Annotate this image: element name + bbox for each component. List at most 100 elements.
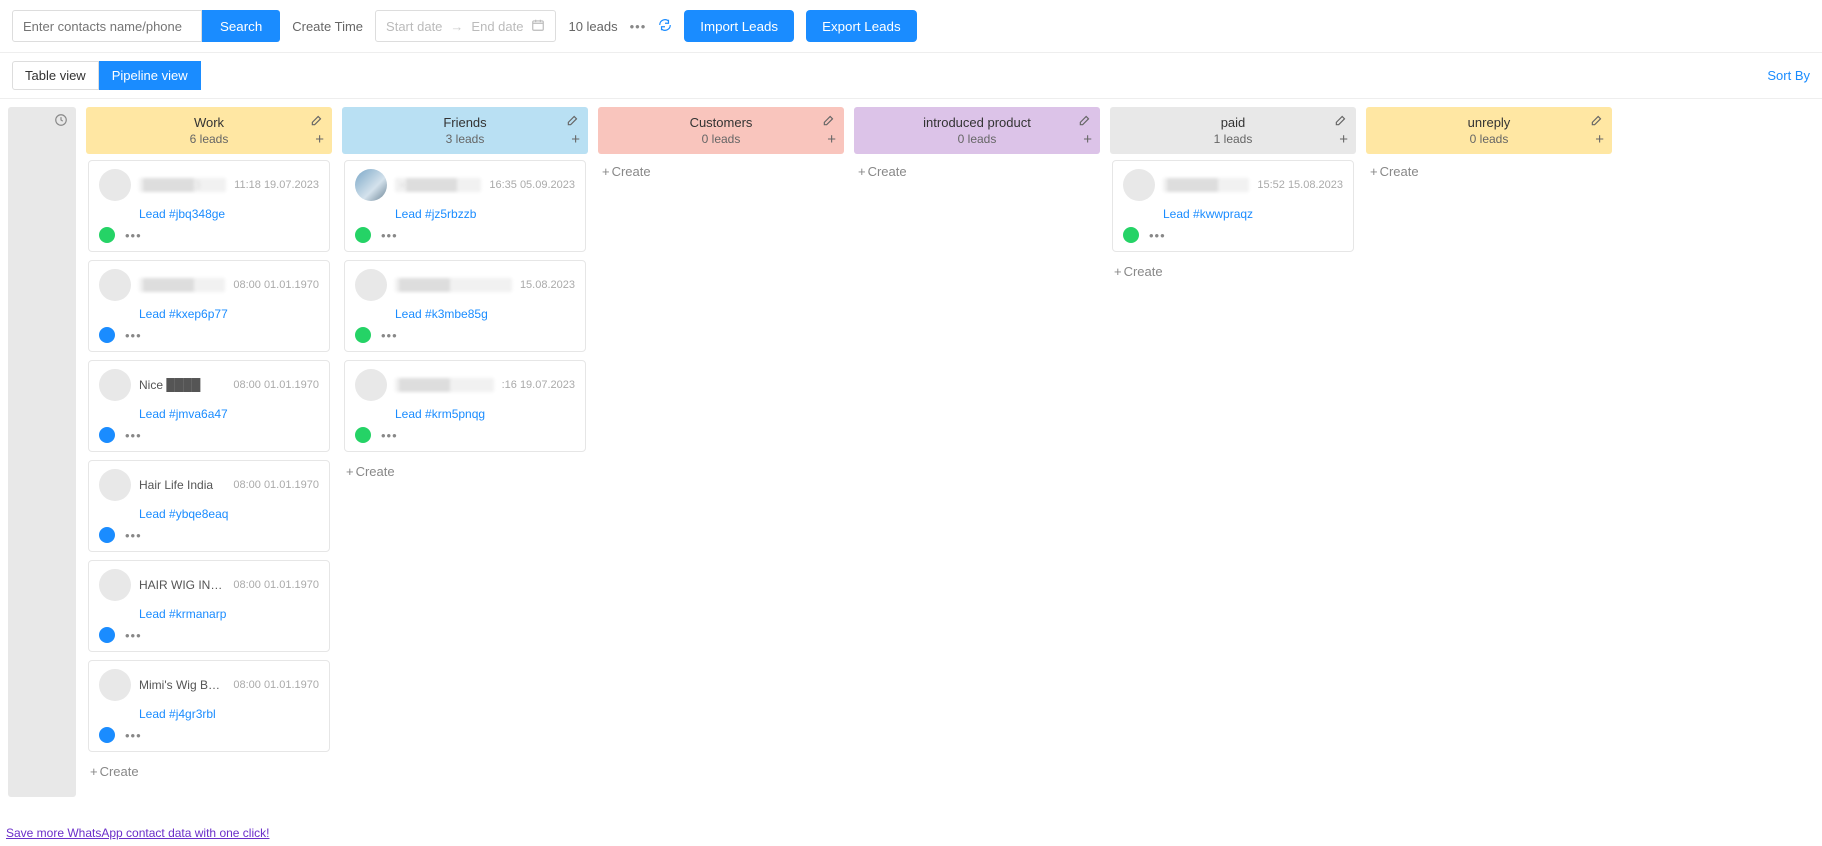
create-lead-link[interactable]: +Create [1368, 160, 1610, 183]
contact-name: HAIR WIG INDIA [139, 578, 225, 592]
timestamp: 08:00 01.01.1970 [233, 379, 319, 391]
lead-link[interactable]: Lead #kwwpraqz [1163, 207, 1343, 221]
edit-icon[interactable] [822, 113, 836, 130]
lead-card[interactable]: HAIR WIG INDIA08:00 01.01.1970Lead #krma… [88, 560, 330, 652]
search-button[interactable]: Search [202, 10, 280, 42]
lead-card[interactable]: Hair Life India08:00 01.01.1970Lead #ybq… [88, 460, 330, 552]
edit-icon[interactable] [1078, 113, 1092, 130]
lead-card[interactable]: ██████08:00 01.01.1970Lead #kxep6p77••• [88, 260, 330, 352]
contact-name: Nice ████ [139, 378, 225, 392]
add-icon[interactable]: + [1339, 131, 1348, 148]
add-icon[interactable]: + [315, 131, 324, 148]
card-more-icon[interactable]: ••• [1149, 228, 1166, 243]
lead-card[interactable]: +██████16:35 05.09.2023Lead #jz5rbzzb••• [344, 160, 586, 252]
add-icon[interactable]: + [827, 131, 836, 148]
column-header: Friends3 leads+ [342, 107, 588, 154]
card-more-icon[interactable]: ••• [381, 328, 398, 343]
lead-link[interactable]: Lead #jbq348ge [139, 207, 319, 221]
edit-icon[interactable] [1334, 113, 1348, 130]
lead-link[interactable]: Lead #jmva6a47 [139, 407, 319, 421]
contact-name-redacted: ██████3 [139, 178, 226, 192]
plus-icon: + [602, 164, 610, 179]
create-lead-link[interactable]: +Create [344, 460, 586, 483]
lead-card[interactable]: Nice ████ 08:00 01.01.1970 Lead #jmva6a47 •… [88, 360, 330, 452]
column-header: paid1 leads+ [1110, 107, 1356, 154]
sort-by-link[interactable]: Sort By [1767, 68, 1810, 83]
lead-link[interactable]: Lead #k3mbe85g [395, 307, 575, 321]
column-header: introduced product0 leads+ [854, 107, 1100, 154]
avatar [1123, 169, 1155, 201]
card-more-icon[interactable]: ••• [125, 428, 142, 443]
contact-name-redacted: +██████ [395, 178, 481, 192]
card-more-icon[interactable]: ••• [125, 628, 142, 643]
add-icon[interactable]: + [1083, 131, 1092, 148]
create-lead-link[interactable]: +Create [600, 160, 842, 183]
create-lead-link[interactable]: +Create [88, 760, 330, 783]
whatsapp-icon [355, 227, 371, 243]
channel-icon [99, 427, 115, 443]
contact-name: Mimi's Wig Boutique [139, 678, 225, 692]
tab-table-view[interactable]: Table view [12, 61, 99, 90]
clock-icon [54, 113, 68, 130]
avatar [99, 569, 131, 601]
column-title: introduced product [864, 115, 1090, 130]
lead-link[interactable]: Lead #kxep6p77 [139, 307, 319, 321]
card-more-icon[interactable]: ••• [125, 328, 142, 343]
lead-link[interactable]: Lead #j4gr3rbl [139, 707, 319, 721]
add-icon[interactable]: + [571, 131, 580, 148]
lead-link[interactable]: Lead #krmanarp [139, 607, 319, 621]
lead-link[interactable]: Lead #ybqe8eaq [139, 507, 319, 521]
card-more-icon[interactable]: ••• [381, 228, 398, 243]
column-body: +Create [854, 154, 1100, 797]
card-more-icon[interactable]: ••• [125, 528, 142, 543]
card-more-icon[interactable]: ••• [381, 428, 398, 443]
card-more-icon[interactable]: ••• [125, 228, 142, 243]
whatsapp-icon [1123, 227, 1139, 243]
lead-card[interactable]: ██████:16 19.07.2023Lead #krm5pnqg••• [344, 360, 586, 452]
refresh-icon[interactable] [658, 18, 672, 35]
toolbar: Search Create Time Start date → End date… [0, 0, 1822, 53]
plus-icon: + [90, 764, 98, 779]
column-subtitle: 3 leads [352, 132, 578, 146]
footer-promo-link[interactable]: Save more WhatsApp contact data with one… [6, 826, 269, 840]
contact-name-redacted: ██████ [395, 378, 494, 392]
add-icon[interactable]: + [1595, 131, 1604, 148]
leading-column [8, 107, 76, 797]
edit-icon[interactable] [1590, 113, 1604, 130]
tab-pipeline-view[interactable]: Pipeline view [99, 61, 201, 90]
lead-card[interactable]: Mimi's Wig Boutique08:00 01.01.1970Lead … [88, 660, 330, 752]
contact-name-redacted: ██████ [1163, 178, 1249, 192]
avatar [355, 169, 387, 201]
create-lead-link[interactable]: +Create [1112, 260, 1354, 283]
channel-icon [99, 327, 115, 343]
export-leads-button[interactable]: Export Leads [806, 10, 917, 42]
lead-card[interactable]: ██████15.08.2023Lead #k3mbe85g••• [344, 260, 586, 352]
column-body: ██████15:52 15.08.2023Lead #kwwpraqz•••+… [1110, 154, 1356, 797]
create-time-label: Create Time [292, 19, 363, 34]
pipeline-column-customers: Customers0 leads++Create [598, 107, 844, 797]
edit-icon[interactable] [566, 113, 580, 130]
whatsapp-icon [355, 427, 371, 443]
pipeline-column-work: Work6 leads+██████311:18 19.07.2023Lead … [86, 107, 332, 797]
plus-icon: + [1370, 164, 1378, 179]
search-input[interactable] [12, 10, 202, 42]
edit-icon[interactable] [310, 113, 324, 130]
lead-card[interactable]: ██████311:18 19.07.2023Lead #jbq348ge••• [88, 160, 330, 252]
lead-link[interactable]: Lead #krm5pnqg [395, 407, 575, 421]
lead-link[interactable]: Lead #jz5rbzzb [395, 207, 575, 221]
column-title: unreply [1376, 115, 1602, 130]
avatar [99, 369, 131, 401]
column-subtitle: 6 leads [96, 132, 322, 146]
channel-icon [99, 727, 115, 743]
pipeline-column-intro: introduced product0 leads+ +Create [854, 107, 1100, 797]
date-range-picker[interactable]: Start date → End date [375, 10, 556, 42]
more-icon[interactable]: ••• [630, 19, 647, 34]
whatsapp-icon [99, 227, 115, 243]
avatar [355, 369, 387, 401]
card-more-icon[interactable]: ••• [125, 728, 142, 743]
lead-card[interactable]: ██████15:52 15.08.2023Lead #kwwpraqz••• [1112, 160, 1354, 252]
create-lead-link[interactable]: +Create [856, 160, 1098, 183]
start-date-placeholder: Start date [386, 19, 442, 34]
timestamp: 08:00 01.01.1970 [233, 279, 319, 291]
import-leads-button[interactable]: Import Leads [684, 10, 794, 42]
